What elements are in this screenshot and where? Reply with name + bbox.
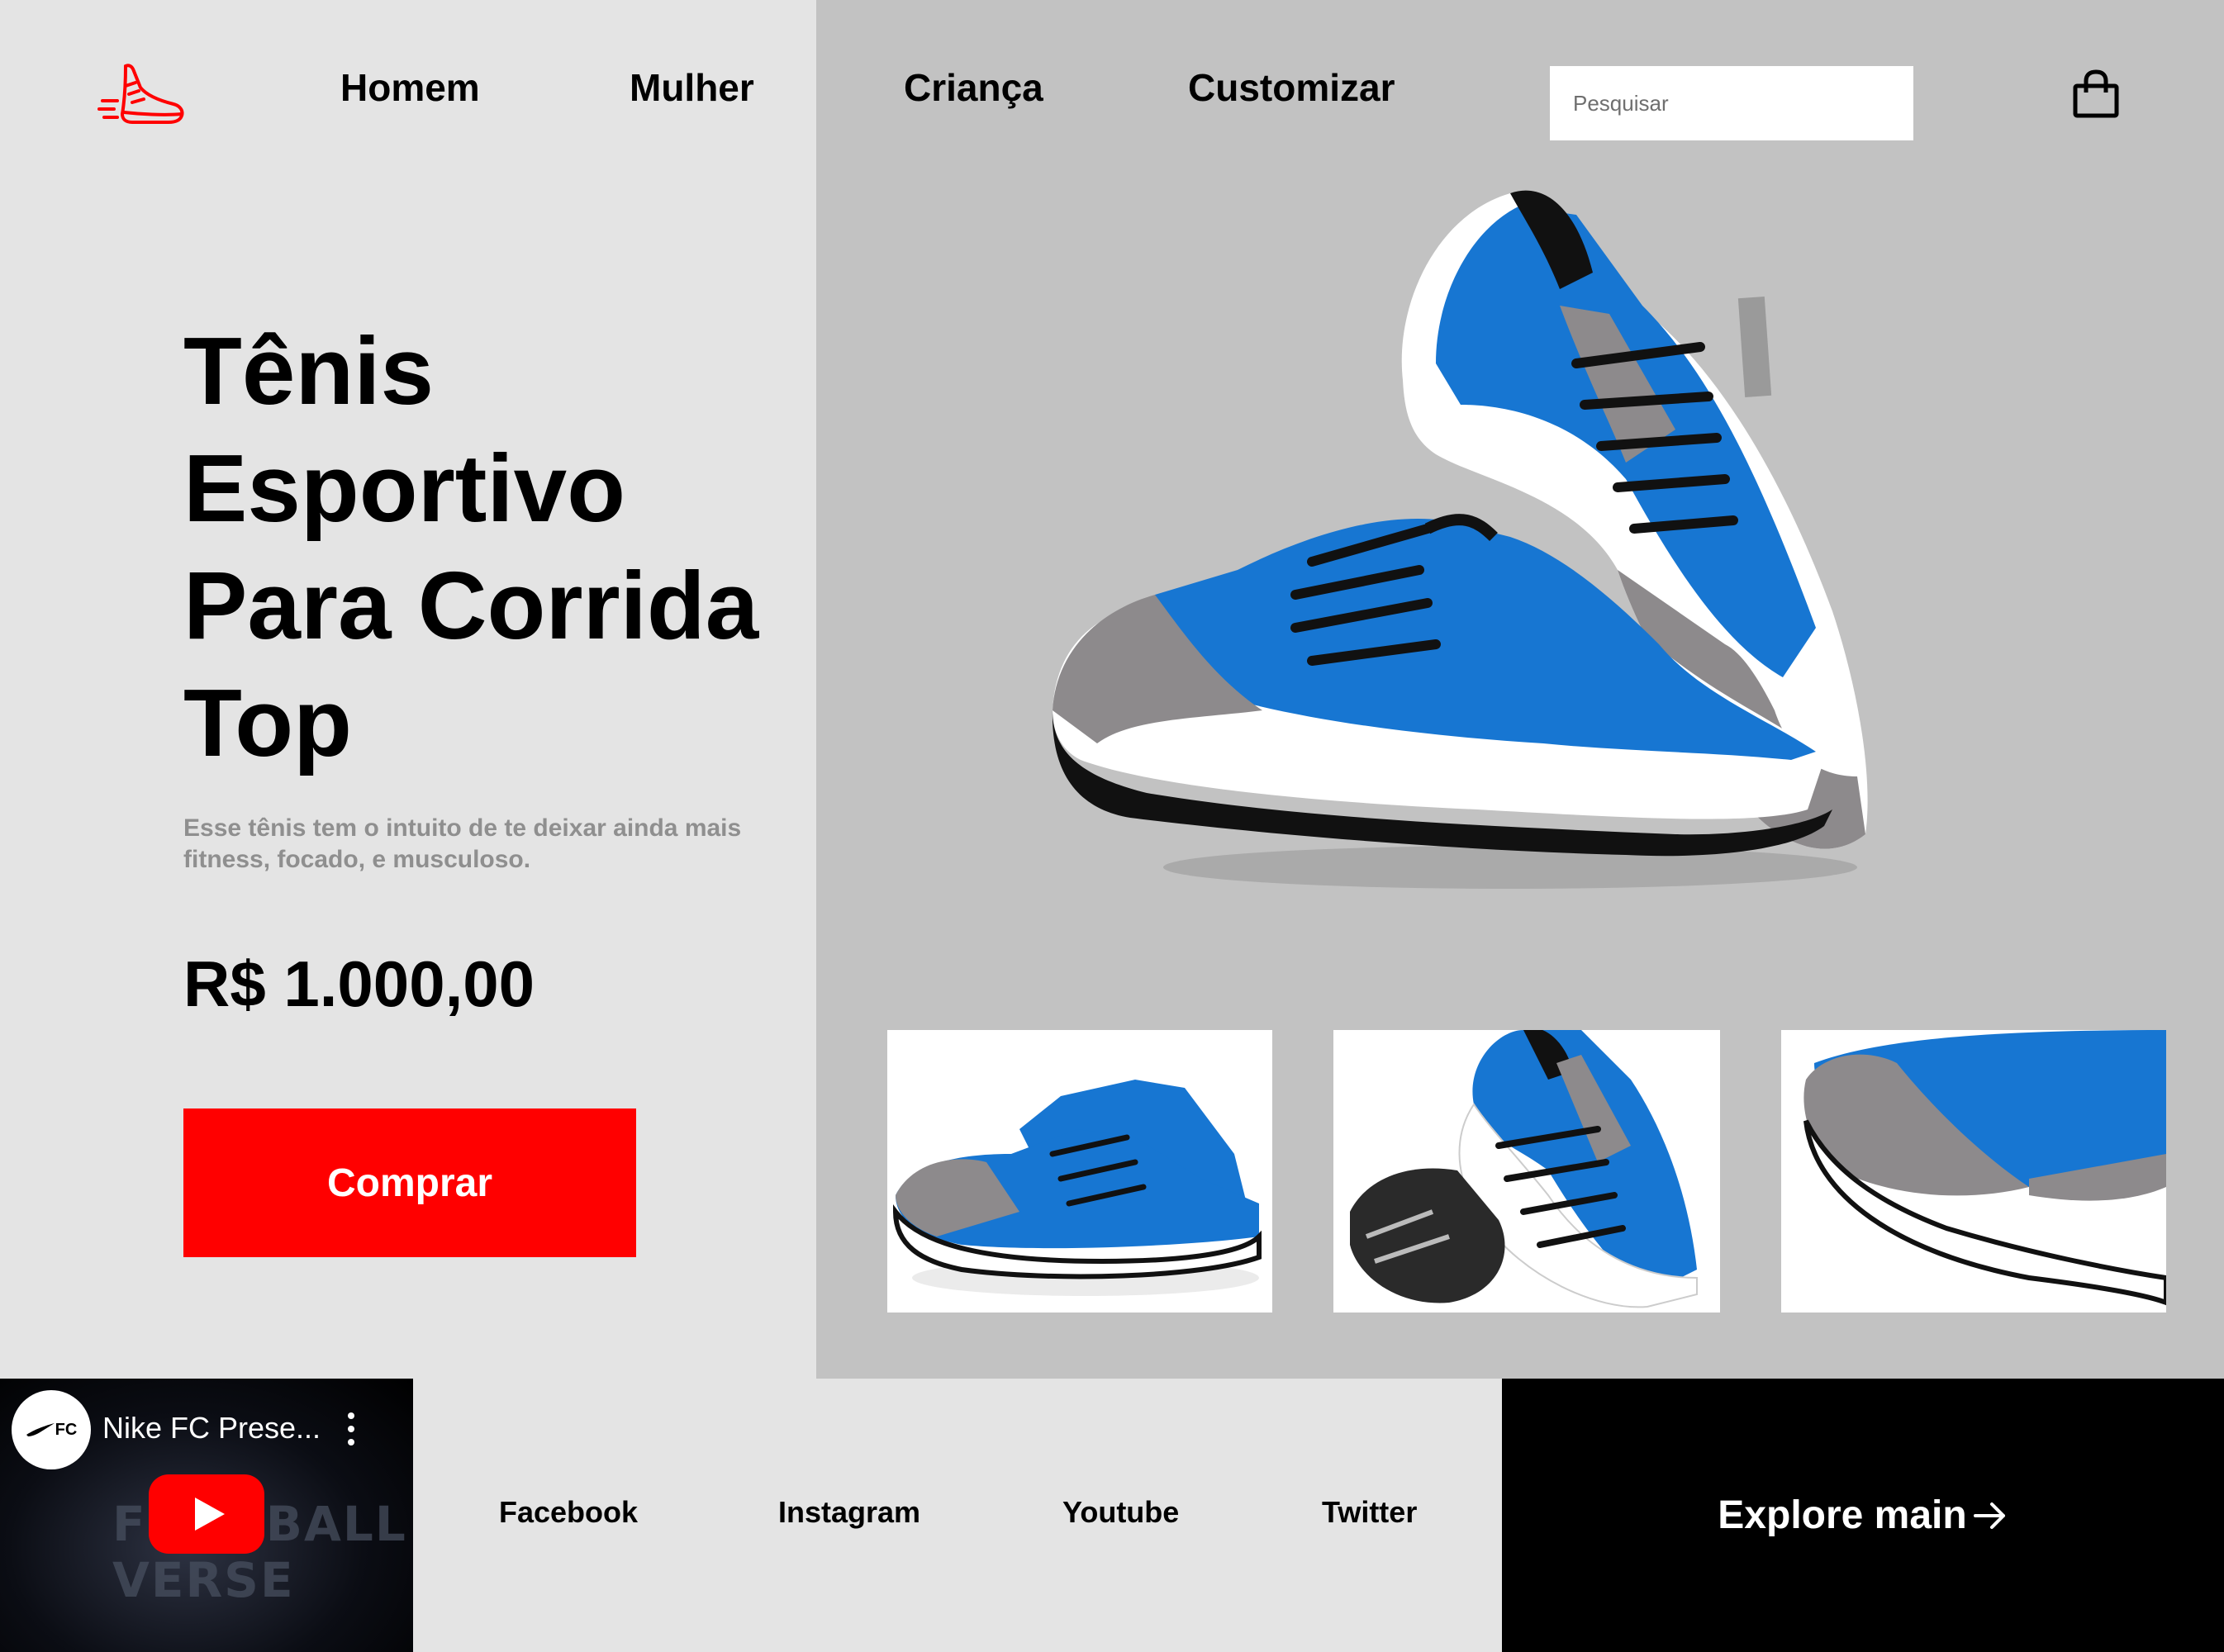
social-link-youtube[interactable]: Youtube xyxy=(1062,1494,1179,1531)
running-shoe-icon[interactable] xyxy=(97,63,185,127)
thumbnail-image xyxy=(1781,1030,2166,1313)
channel-badge: FC xyxy=(55,1421,78,1439)
play-icon[interactable] xyxy=(149,1474,264,1554)
search-input[interactable] xyxy=(1550,66,1913,140)
video-title: Nike FC Prese... xyxy=(102,1411,321,1445)
product-description: Esse tênis tem o intuito de te deixar ai… xyxy=(183,814,742,873)
social-link-instagram[interactable]: Instagram xyxy=(778,1494,920,1531)
explore-main-button[interactable]: Explore main xyxy=(1502,1379,2224,1652)
product-thumbnail[interactable] xyxy=(887,1030,1272,1313)
nav-homem[interactable]: Homem xyxy=(340,64,480,111)
social-link-twitter[interactable]: Twitter xyxy=(1322,1494,1417,1531)
more-vert-icon[interactable] xyxy=(340,1408,362,1450)
nav-mulher[interactable]: Mulher xyxy=(630,64,754,111)
nav-customizar[interactable]: Customizar xyxy=(1188,64,1395,111)
nike-swoosh-icon: FC xyxy=(26,1421,78,1439)
product-thumbnail[interactable] xyxy=(1333,1030,1720,1313)
thumbnail-image xyxy=(1333,1030,1720,1313)
shopping-bag-icon[interactable] xyxy=(2072,69,2120,119)
social-link-facebook[interactable]: Facebook xyxy=(499,1494,638,1531)
product-thumbnail[interactable] xyxy=(1781,1030,2166,1313)
nav-crianca[interactable]: Criança xyxy=(904,64,1043,111)
buy-button[interactable]: Comprar xyxy=(183,1108,636,1257)
channel-avatar[interactable]: FC xyxy=(12,1390,91,1469)
video-embed[interactable]: FC Nike FC Prese... FOOTBALL VERSE xyxy=(0,1379,413,1652)
product-title: Tênis Esportivo Para Corrida Top xyxy=(183,317,759,776)
product-main-image xyxy=(1052,190,1868,889)
arrow-right-icon xyxy=(1973,1502,2005,1529)
explore-label: Explore main xyxy=(1718,1493,1967,1537)
product-price: R$ 1.000,00 xyxy=(183,947,535,1020)
thumbnail-image xyxy=(887,1030,1272,1313)
